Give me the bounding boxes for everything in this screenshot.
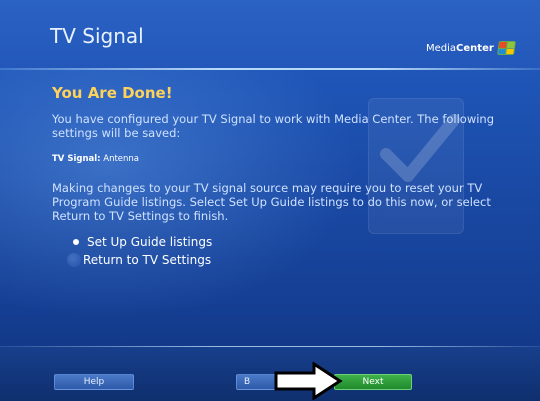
tv-signal-value: Antenna: [100, 154, 140, 164]
header-divider: [0, 68, 540, 70]
tv-signal-label: TV Signal:: [52, 154, 101, 164]
option-label: Set Up Guide listings: [87, 235, 213, 249]
option-label: Return to TV Settings: [83, 253, 212, 267]
option-return-to-tv-settings[interactable]: Return to TV Settings: [62, 251, 211, 269]
help-button[interactable]: Help: [54, 374, 134, 390]
radio-unselected-icon: [67, 253, 81, 267]
intro-text: You have configured your TV Signal to wo…: [52, 112, 495, 140]
windows-flag-icon: [496, 41, 516, 55]
page-title: TV Signal: [50, 24, 144, 48]
option-set-up-guide-listings[interactable]: Set Up Guide listings: [62, 233, 212, 251]
instructions-text: Making changes to your TV signal source …: [52, 181, 491, 223]
media-center-window: TV Signal MediaCenter You Are Done! You …: [0, 0, 540, 401]
media-center-logo: MediaCenter: [426, 41, 516, 55]
radio-selected-icon: [73, 239, 79, 245]
tv-signal-setting: TV Signal: Antenna: [52, 154, 139, 164]
white-arrow-pointer: [274, 362, 343, 400]
page-heading: You Are Done!: [52, 84, 173, 102]
logo-text-media: Media: [426, 42, 457, 54]
next-button[interactable]: Next: [334, 374, 412, 390]
logo-text-center: Center: [456, 42, 494, 54]
